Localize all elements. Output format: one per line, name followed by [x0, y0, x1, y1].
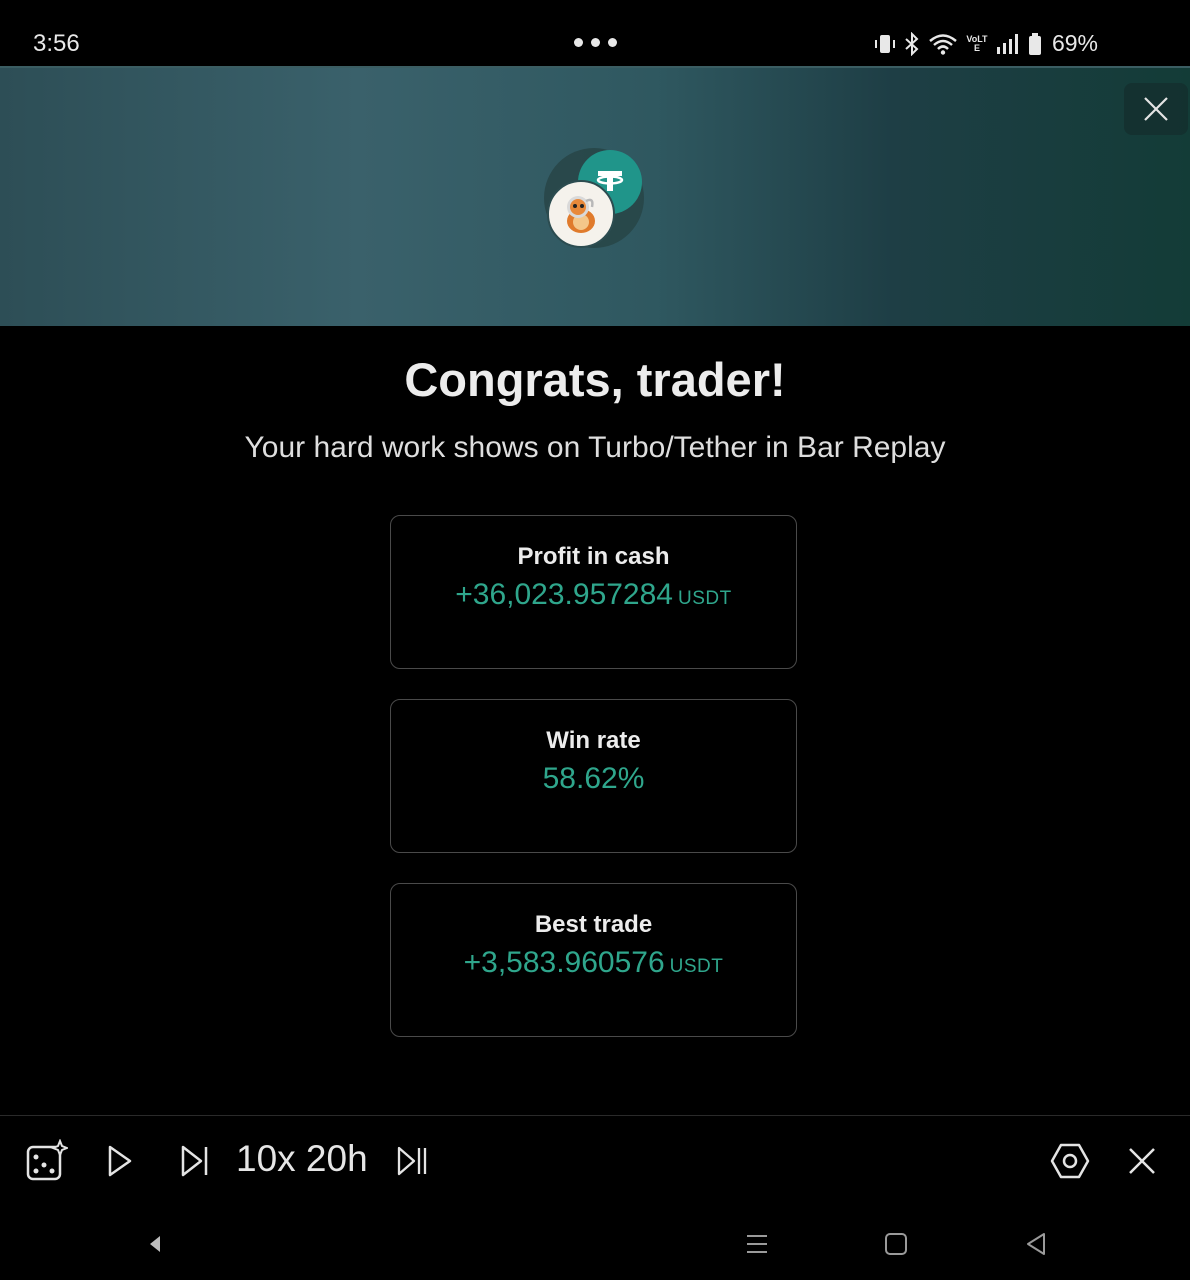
stat-card-profit: Profit in cash +36,023.957284 USDT — [390, 515, 797, 669]
stat-label: Best trade — [534, 911, 653, 938]
stat-number: 58.62% — [542, 762, 645, 795]
nav-back-small-button[interactable] — [135, 1224, 175, 1264]
step-forward-icon — [181, 1145, 208, 1177]
replay-toolbar: 10x 20h — [0, 1115, 1190, 1205]
nav-back-button[interactable] — [1016, 1224, 1056, 1264]
stat-number: +3,583.960576 — [463, 946, 665, 979]
wifi-icon — [929, 33, 957, 55]
stat-value: 58.62% — [391, 762, 796, 796]
stat-unit: USDT — [678, 588, 732, 609]
screen: 3:56 VoLTE 69% Congrats, trader! Your ha… — [0, 0, 1190, 1280]
jump-to-realtime-button[interactable] — [389, 1138, 435, 1184]
close-icon — [1129, 1148, 1155, 1174]
step-forward-button[interactable] — [172, 1138, 218, 1184]
close-dialog-button[interactable] — [1124, 83, 1188, 135]
turbo-icon — [547, 180, 615, 248]
close-icon — [1144, 97, 1168, 121]
stat-value: +3,583.960576 USDT — [391, 946, 796, 980]
status-icons: VoLTE 69% — [874, 30, 1098, 57]
page-title: Congrats, trader! — [404, 353, 786, 406]
page-subtitle: Your hard work shows on Turbo/Tether in … — [244, 431, 946, 464]
status-bar: 3:56 VoLTE 69% — [0, 0, 1190, 66]
congrats-banner — [0, 66, 1190, 326]
pair-icons — [544, 148, 648, 252]
play-button[interactable] — [97, 1138, 143, 1184]
recents-icon — [747, 1235, 767, 1253]
caret-left-icon — [150, 1236, 160, 1252]
play-icon — [108, 1145, 132, 1177]
battery-percent: 69% — [1051, 30, 1098, 56]
nav-recents-button[interactable] — [737, 1224, 777, 1264]
nav-home-button[interactable] — [876, 1224, 916, 1264]
stat-card-win-rate: Win rate 58.62% — [390, 699, 797, 853]
vibrate-icon — [874, 34, 895, 53]
replay-speed-selector[interactable]: 10x 20h — [236, 1138, 368, 1180]
exit-replay-button[interactable] — [1119, 1138, 1165, 1184]
random-bar-button[interactable] — [23, 1138, 69, 1184]
bluetooth-icon — [905, 31, 919, 56]
back-icon — [1027, 1233, 1045, 1255]
more-dots-icon — [574, 38, 617, 47]
replay-settings-button[interactable] — [1047, 1138, 1093, 1184]
stat-card-best-trade: Best trade +3,583.960576 USDT — [390, 883, 797, 1037]
settings-icon — [1050, 1143, 1090, 1179]
stat-unit: USDT — [669, 956, 724, 977]
status-time: 3:56 — [33, 30, 80, 57]
battery-icon — [1028, 32, 1041, 55]
system-nav-bar — [0, 1204, 1190, 1280]
home-icon — [885, 1233, 907, 1255]
jump-to-realtime-icon — [397, 1146, 427, 1176]
stat-number: +36,023.957284 — [455, 578, 673, 611]
stat-value: +36,023.957284 USDT — [391, 578, 796, 612]
volte-label: VoLTE — [966, 33, 988, 53]
stat-label: Win rate — [546, 727, 641, 754]
stat-label: Profit in cash — [517, 543, 670, 570]
signal-icon — [996, 33, 1018, 54]
random-bar-icon — [26, 1139, 68, 1181]
